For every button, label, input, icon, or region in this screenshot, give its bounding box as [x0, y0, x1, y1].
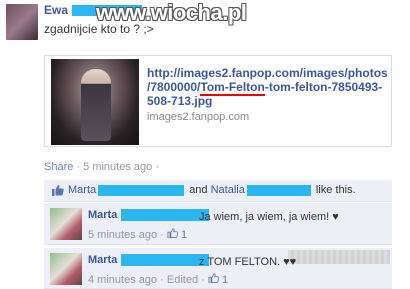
comment-time[interactable]: 5 minutes ago: [88, 229, 157, 241]
share-link[interactable]: Share: [44, 161, 73, 173]
comment-text: Ja wiem, ja wiem, ja wiem! ♥: [199, 211, 339, 223]
comment-meta: 4 minutes ago · Edited · 1: [88, 273, 228, 286]
comment-author[interactable]: Marta: [88, 209, 210, 222]
comment-author-name[interactable]: Marta: [88, 209, 117, 221]
commenter-avatar[interactable]: [50, 208, 82, 240]
post-text: zgadnijcie kto to ? ;>: [44, 22, 154, 36]
author-name[interactable]: Ewa: [44, 3, 68, 17]
blurred-region: [288, 250, 390, 264]
meta-separator-2: ·: [155, 161, 159, 173]
likes-text: Marta and Natalia like this.: [68, 184, 356, 196]
meta-separator-2: ·: [201, 274, 205, 286]
comment-like-count[interactable]: 1: [181, 229, 187, 241]
comment-author[interactable]: Marta: [88, 254, 210, 267]
comment: Marta Ja wiem, ja wiem, ja wiem! ♥ 5 min…: [44, 203, 392, 245]
meta-separator: ·: [160, 229, 164, 241]
comment-author-name[interactable]: Marta: [88, 254, 117, 266]
comment-text: z TOM FELTON. ♥♥: [199, 256, 297, 268]
redaction-bar: [98, 184, 185, 196]
meta-separator: ·: [76, 161, 81, 173]
liker-name-2[interactable]: Natalia: [211, 184, 245, 196]
thumbnail-person-image: [81, 69, 111, 141]
thumbs-up-icon: [51, 184, 65, 197]
link-preview-card[interactable]: http://images2.fanpop.com/images/photos/…: [44, 55, 392, 147]
redaction-bar: [121, 209, 210, 222]
comment-like-icon[interactable]: [167, 228, 181, 241]
link-title[interactable]: http://images2.fanpop.com/images/photos/…: [147, 66, 391, 108]
comment-meta: 5 minutes ago · 1: [88, 228, 187, 241]
comment-like-icon[interactable]: [208, 273, 222, 286]
post-time[interactable]: 5 minutes ago: [83, 161, 152, 173]
redaction-bar: [121, 254, 210, 267]
comment-like-count[interactable]: 1: [222, 274, 228, 286]
commenter-avatar[interactable]: [50, 253, 82, 285]
likes-and: and: [189, 184, 208, 196]
meta-separator: ·: [160, 274, 164, 286]
likes-suffix: like this.: [315, 184, 356, 196]
edited-label[interactable]: Edited: [167, 274, 198, 286]
comment: Marta z TOM FELTON. ♥♥ 4 minutes ago · E…: [44, 248, 392, 289]
redaction-bar: [246, 184, 311, 196]
link-domain: images2.fanpop.com: [147, 111, 250, 123]
post-header: Ewa www.wiocha.pl zgadnijcie kto to ? ;>: [0, 0, 410, 48]
post-meta: Share · 5 minutes ago ·: [44, 161, 159, 173]
author-avatar[interactable]: [6, 4, 38, 40]
liker-name-1[interactable]: Marta: [68, 184, 96, 196]
likes-box: Marta and Natalia like this.: [44, 180, 392, 202]
comment-time[interactable]: 4 minutes ago: [88, 274, 157, 286]
link-thumbnail[interactable]: [51, 59, 139, 145]
